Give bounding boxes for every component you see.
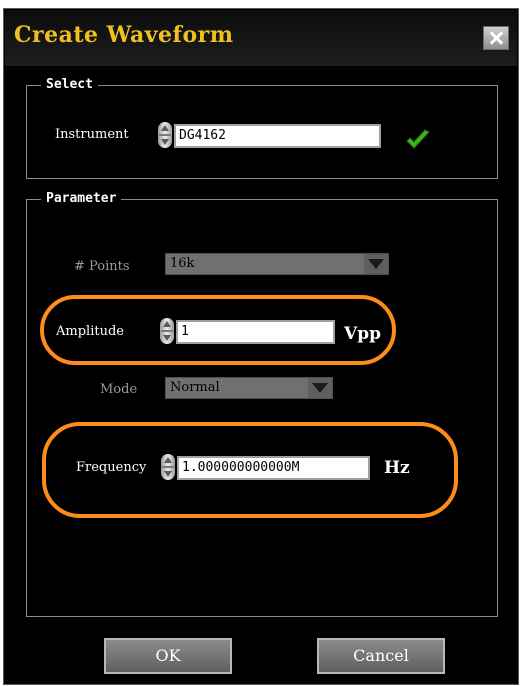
frequency-unit: Hz <box>384 458 410 478</box>
close-icon[interactable] <box>483 26 509 50</box>
amplitude-spinner[interactable] <box>160 318 174 344</box>
dialog-title: Create Waveform <box>14 22 234 48</box>
chevron-down-icon <box>368 259 384 269</box>
title-bar: Create Waveform <box>5 10 517 66</box>
spinner-up-icon[interactable] <box>164 457 172 463</box>
frequency-label: Frequency <box>76 460 147 475</box>
points-label: # Points <box>74 259 130 274</box>
frequency-field[interactable]: 1.000000000000M <box>177 456 370 480</box>
spinner-down-icon[interactable] <box>163 335 171 341</box>
frequency-spinner[interactable] <box>161 454 175 480</box>
mode-select-value: Normal <box>170 380 220 395</box>
mode-label: Mode <box>100 382 138 397</box>
amplitude-unit: Vpp <box>344 324 381 344</box>
spinner-down-icon[interactable] <box>164 471 172 477</box>
chevron-down-icon <box>312 383 328 393</box>
amplitude-label: Amplitude <box>56 324 124 339</box>
mode-select: Normal <box>165 377 333 399</box>
parameter-group-legend: Parameter <box>41 190 122 208</box>
spinner-up-icon[interactable] <box>163 321 171 327</box>
spinner-down-icon[interactable] <box>161 139 169 145</box>
points-select-value: 16k <box>170 256 195 271</box>
amplitude-field[interactable]: 1 <box>176 320 335 344</box>
select-group-legend: Select <box>41 76 98 94</box>
spinner-up-icon[interactable] <box>161 125 169 131</box>
ok-button[interactable]: OK <box>104 638 232 674</box>
points-select: 16k <box>165 253 389 275</box>
create-waveform-dialog: Create Waveform Select Instrument DG4162… <box>3 8 519 685</box>
cancel-button[interactable]: Cancel <box>317 638 445 674</box>
instrument-label: Instrument <box>55 127 129 142</box>
instrument-field[interactable]: DG4162 <box>174 124 381 148</box>
checkmark-icon <box>406 129 430 149</box>
instrument-spinner[interactable] <box>158 122 172 148</box>
